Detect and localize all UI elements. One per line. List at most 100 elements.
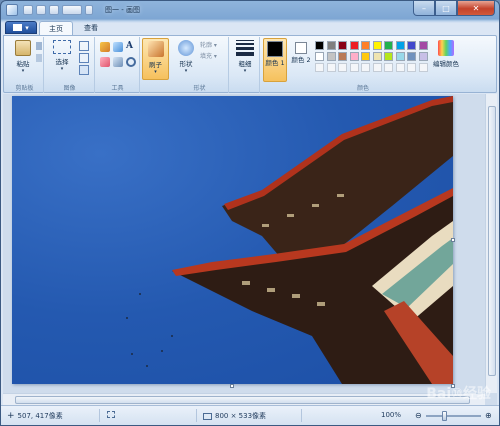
custom-color-slot[interactable] (384, 63, 393, 72)
shapes-button[interactable]: 形状 ▾ (173, 40, 199, 74)
canvas-area[interactable] (3, 94, 497, 405)
palette-color-swatch[interactable] (361, 52, 370, 61)
select-button[interactable]: 选择 ▾ (49, 40, 75, 72)
palette-color-swatch[interactable] (418, 41, 428, 50)
fill-bucket-icon[interactable] (113, 42, 123, 52)
palette-color-swatch[interactable] (372, 52, 382, 61)
text-tool-icon[interactable]: A (126, 41, 136, 51)
horizontal-scrollbar[interactable] (3, 393, 485, 405)
color1-label: 颜色 1 (265, 59, 285, 67)
quick-access-dropdown-icon[interactable] (62, 5, 82, 15)
palette-color-swatch[interactable] (361, 41, 370, 50)
custom-color-slot[interactable] (418, 63, 428, 72)
close-button[interactable]: ✕ (457, 1, 495, 16)
tab-home[interactable]: 主页 (39, 21, 73, 35)
paint-menu-button[interactable]: ▾ (5, 21, 37, 34)
resize-icon[interactable] (79, 53, 89, 63)
palette-color-swatch[interactable] (326, 52, 336, 61)
fill-button[interactable]: 填充 ▾ (200, 51, 217, 60)
color1-button[interactable]: 颜色 1 (263, 38, 287, 82)
palette-color-swatch[interactable] (349, 41, 359, 50)
save-icon[interactable] (23, 5, 33, 15)
paint-window: 图一 - 画图 – □ ✕ ▾ 主页 查看 粘贴 ▾ 剪贴板 选择 ▾ 图像 A… (0, 0, 500, 426)
palette-color-swatch[interactable] (349, 52, 359, 61)
custom-color-slot[interactable] (326, 63, 336, 72)
image-size-text: 800 × 533像素 (215, 412, 267, 420)
palette-color-swatch[interactable] (315, 41, 324, 50)
magnifier-icon[interactable] (126, 57, 136, 67)
palette-color-swatch[interactable] (407, 41, 416, 50)
palette-color-swatch[interactable] (372, 41, 382, 50)
status-divider (301, 409, 302, 422)
paint-app-icon[interactable] (6, 4, 18, 16)
shapes-group: 形状 ▾ 轮廓 ▾ 填充 ▾ 形状 (171, 37, 229, 93)
shapes-icon (178, 40, 194, 56)
paste-button[interactable]: 粘贴 ▾ (10, 40, 36, 74)
redo-icon[interactable] (49, 5, 59, 15)
outline-button[interactable]: 轮廓 ▾ (200, 40, 217, 49)
status-divider (99, 409, 100, 422)
palette-color-swatch[interactable] (338, 41, 347, 50)
resize-handle-bottom[interactable] (230, 384, 234, 388)
undo-icon[interactable] (36, 5, 46, 15)
custom-color-slot[interactable] (361, 63, 370, 72)
palette-color-swatch[interactable] (407, 52, 416, 61)
palette-color-swatch[interactable] (315, 52, 324, 61)
resize-handle-right[interactable] (451, 238, 455, 242)
custom-color-slot[interactable] (338, 63, 347, 72)
custom-color-slot[interactable] (407, 63, 416, 72)
zoom-slider-thumb[interactable] (442, 411, 447, 421)
cut-icon[interactable] (36, 42, 42, 50)
vertical-scroll-thumb[interactable] (488, 106, 496, 376)
size-dropdown-caret: ▾ (243, 68, 247, 74)
select-dropdown-caret: ▾ (60, 66, 64, 72)
color2-label: 颜色 2 (291, 56, 311, 64)
palette-color-swatch[interactable] (418, 52, 428, 61)
copy-icon[interactable] (36, 54, 42, 62)
canvas-image[interactable] (12, 96, 453, 384)
brushes-group: 刷子 ▾ (141, 37, 170, 93)
zoom-out-button[interactable]: ⊖ (415, 411, 422, 420)
size-button[interactable]: 粗细 ▾ (232, 40, 258, 74)
colors-group: 颜色 1 颜色 2 编辑颜色 颜色 (261, 37, 465, 93)
new-document-icon[interactable] (85, 5, 93, 15)
palette-color-swatch[interactable] (338, 52, 347, 61)
color2-button[interactable]: 颜色 2 (290, 38, 312, 64)
color-picker-icon[interactable] (113, 57, 123, 67)
select-rectangle-icon (53, 40, 71, 54)
image-group-label: 图像 (63, 85, 76, 92)
eraser-icon[interactable] (100, 57, 110, 67)
menu-button-caret: ▾ (25, 23, 29, 32)
custom-color-slot[interactable] (372, 63, 382, 72)
pencil-icon[interactable] (100, 42, 110, 52)
maximize-button[interactable]: □ (435, 1, 457, 16)
brushes-button[interactable]: 刷子 ▾ (142, 38, 169, 80)
watermark: Bai⑩经验 (426, 386, 491, 402)
zoom-slider-track[interactable] (426, 415, 481, 417)
size-label: 粗细 (238, 60, 252, 68)
edit-colors-button[interactable]: 编辑颜色 (431, 40, 461, 68)
palette-color-swatch[interactable] (384, 41, 393, 50)
size-group: 粗细 ▾ (230, 37, 260, 93)
menu-page-icon (13, 24, 23, 31)
vertical-scrollbar[interactable] (485, 94, 497, 393)
custom-color-slot[interactable] (395, 63, 405, 72)
tab-view[interactable]: 查看 (75, 21, 107, 35)
custom-color-slot[interactable] (349, 63, 359, 72)
palette-color-swatch[interactable] (326, 41, 336, 50)
cursor-crosshair-icon: + (7, 411, 15, 421)
edit-colors-icon (438, 40, 454, 56)
palette-color-swatch[interactable] (384, 52, 393, 61)
rotate-icon[interactable] (79, 65, 89, 75)
color1-swatch (267, 41, 283, 57)
line-thickness-icon (236, 40, 254, 56)
horizontal-scroll-thumb[interactable] (15, 396, 470, 404)
crop-icon[interactable] (79, 41, 89, 51)
cursor-position: + 507, 417像素 (7, 411, 63, 421)
window-title: 图一 - 画图 (105, 6, 140, 14)
minimize-button[interactable]: – (413, 1, 435, 16)
palette-color-swatch[interactable] (395, 52, 405, 61)
zoom-in-button[interactable]: ⊕ (485, 411, 492, 420)
custom-color-slot[interactable] (315, 63, 324, 72)
palette-color-swatch[interactable] (395, 41, 405, 50)
